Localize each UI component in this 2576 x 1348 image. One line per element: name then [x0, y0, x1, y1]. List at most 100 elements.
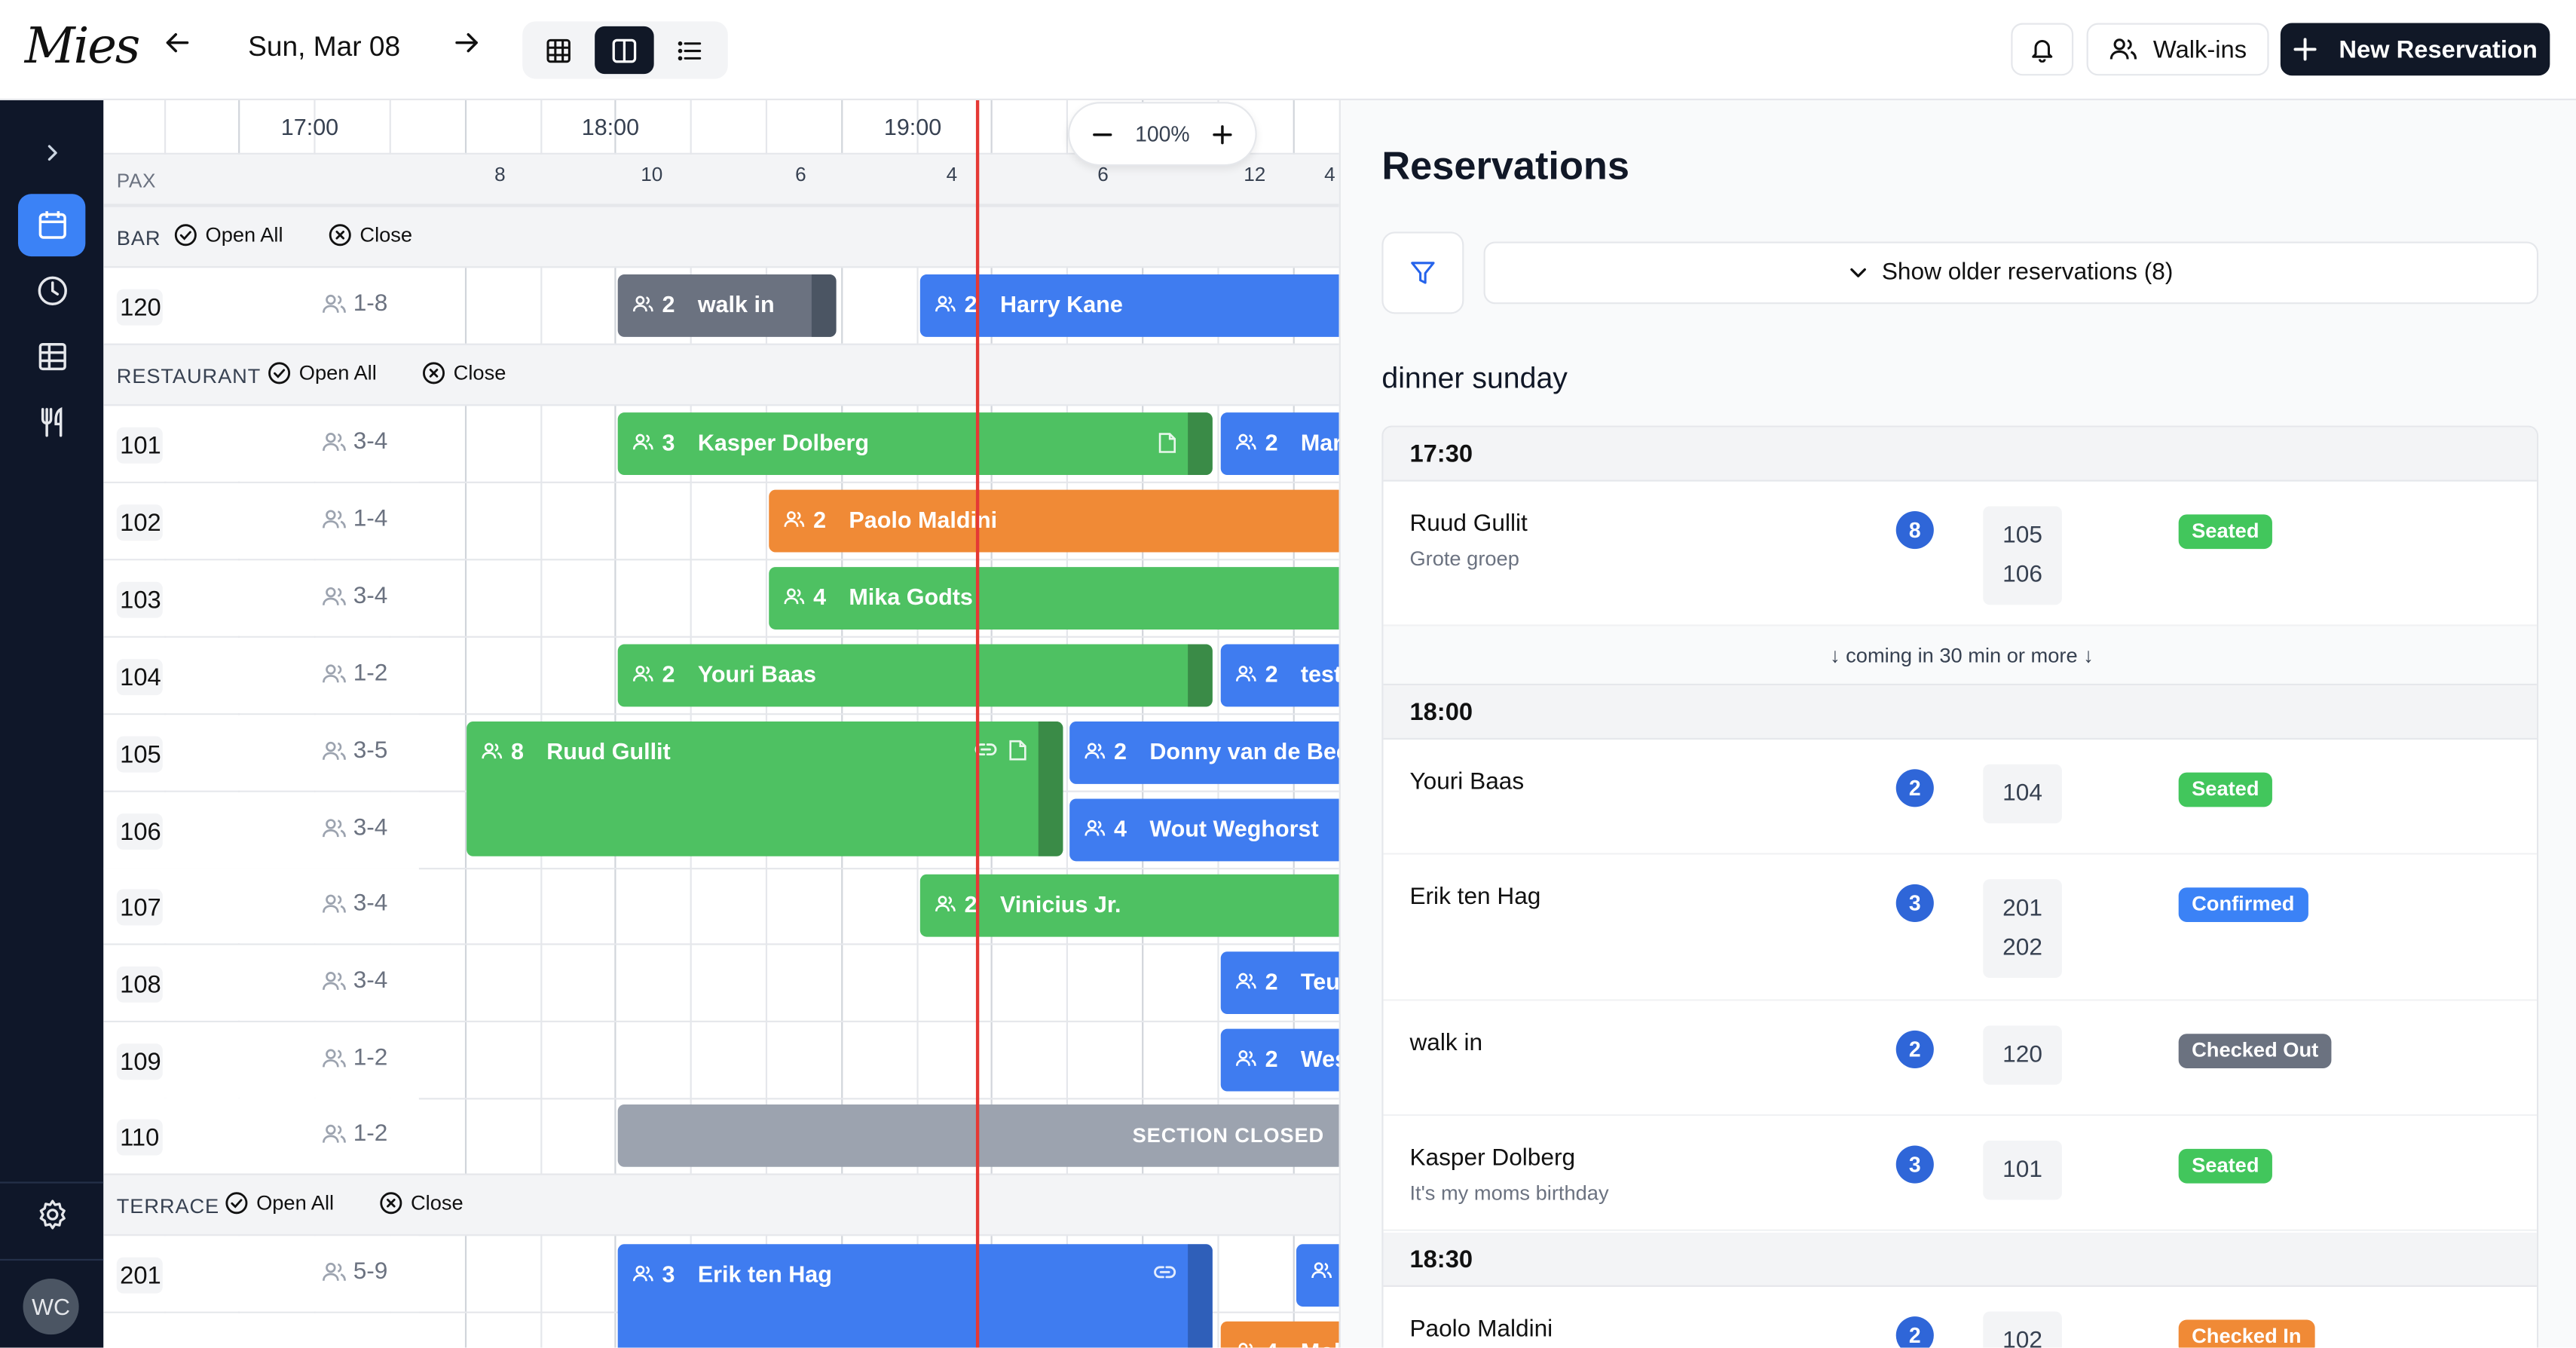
walkins-button[interactable]: Walk-ins	[2086, 23, 2269, 76]
reservation-block[interactable]	[1296, 1244, 1339, 1307]
pax-count: 4	[1324, 162, 1335, 186]
reservation-block[interactable]: 2 Donny van de Beek	[1069, 721, 1339, 784]
block-tail	[811, 274, 837, 337]
reservation-block[interactable]: 2 walk in	[617, 274, 837, 337]
table-number: 105	[116, 736, 163, 773]
reservation-block[interactable]: 2 Harry Kane	[919, 274, 1339, 337]
reservation-list: 17:30 Ruud Gullit Grote groep 8 105 106 …	[1381, 425, 2539, 1348]
filter-button[interactable]	[1381, 231, 1464, 314]
table-cell: 201 5-9	[103, 1236, 419, 1312]
users-icon	[1235, 432, 1256, 452]
reservation-block[interactable]: 2 Marc	[1220, 412, 1339, 476]
table-capacity: 3-4	[322, 968, 387, 994]
users-icon	[322, 970, 347, 993]
time-slot-header: 17:30	[1383, 427, 2537, 482]
list-view-icon	[677, 37, 703, 63]
close-section-button[interactable]: Close	[380, 1192, 463, 1215]
reservation-block[interactable]: 2 Teun	[1220, 951, 1339, 1015]
current-time-line	[975, 100, 980, 1348]
link-icon	[1153, 1262, 1176, 1282]
next-day-button[interactable]	[454, 29, 480, 56]
reservation-block[interactable]: 4 Mika Godts	[769, 567, 1339, 630]
guest-name: Youri Baas	[1409, 769, 1525, 796]
notifications-button[interactable]	[2011, 23, 2074, 76]
reservation-item[interactable]: Paolo Maldini 2 102 Checked In	[1383, 1286, 2537, 1348]
users-icon	[1085, 741, 1106, 761]
reservation-block[interactable]: 3 Kasper Dolberg	[617, 412, 1213, 476]
prev-day-button[interactable]	[164, 29, 191, 56]
reservation-block[interactable]: 2 test	[1220, 644, 1339, 707]
users-icon	[632, 1264, 653, 1283]
reservation-item[interactable]: Kasper Dolberg It's my moms birthday 3 1…	[1383, 1116, 2537, 1231]
reservation-item[interactable]: Youri Baas 2 104 Seated	[1383, 740, 2537, 855]
users-icon	[322, 1047, 347, 1071]
reservation-block[interactable]: 3 Erik ten Hag	[617, 1244, 1213, 1348]
open-all-button[interactable]: Open All	[225, 1192, 334, 1215]
reservation-block[interactable]: 4 Wout Weghorst	[1069, 798, 1339, 862]
sidebar-item-tables[interactable]	[18, 326, 85, 388]
sidebar-item-menu[interactable]	[18, 391, 85, 454]
open-all-button[interactable]: Open All	[268, 362, 377, 384]
zoom-control: 100%	[1068, 102, 1257, 167]
reservation-block[interactable]: 2 Vinicius Jr.	[919, 874, 1339, 937]
reservation-block[interactable]: 8 Ruud Gullit	[467, 721, 1063, 856]
sidebar-item-calendar[interactable]	[17, 194, 86, 257]
table-capacity: 3-4	[322, 584, 387, 610]
user-avatar[interactable]: WC	[23, 1279, 79, 1335]
expand-sidebar-button[interactable]	[18, 121, 85, 184]
split-view-button[interactable]	[595, 26, 654, 75]
users-icon	[784, 587, 805, 606]
table-capacity: 3-5	[322, 738, 387, 764]
table-cell	[103, 1313, 419, 1348]
calendar-icon	[35, 209, 69, 242]
grid-view-button[interactable]	[529, 26, 588, 74]
reservation-block[interactable]: 2 Wes	[1220, 1028, 1339, 1092]
arrow-right-icon	[454, 29, 480, 56]
status-badge[interactable]: Seated	[2178, 772, 2272, 807]
reservation-block[interactable]: 4 Moh	[1220, 1321, 1339, 1348]
pax-label: PAX	[116, 169, 157, 193]
current-date[interactable]: Sun, Mar 08	[248, 31, 400, 64]
close-section-button[interactable]: Close	[329, 223, 412, 247]
new-reservation-button[interactable]: New Reservation	[2280, 23, 2550, 76]
users-icon	[482, 741, 503, 761]
table-capacity: 1-4	[322, 506, 387, 532]
chevron-down-icon	[1849, 263, 1868, 283]
guest-name: Kasper Dolberg	[1409, 1145, 1576, 1172]
table-cell: 108 3-4	[103, 945, 419, 1021]
status-badge[interactable]: Checked Out	[2178, 1034, 2332, 1068]
block-tail	[1188, 644, 1213, 707]
sidebar: WC	[0, 100, 104, 1348]
reservation-block[interactable]: 2 Youri Baas	[617, 644, 1213, 707]
status-badge[interactable]: Seated	[2178, 1148, 2272, 1184]
clock-icon	[35, 274, 69, 308]
pax-count: 4	[946, 162, 958, 186]
status-badge[interactable]: Seated	[2178, 514, 2272, 550]
reservation-item[interactable]: Ruud Gullit Grote groep 8 105 106 Seated	[1383, 481, 2537, 627]
close-section-button[interactable]: Close	[422, 362, 506, 384]
reservation-item[interactable]: Erik ten Hag 3 201 202 Confirmed	[1383, 854, 2537, 1001]
list-view-button[interactable]	[660, 26, 719, 74]
reservation-block[interactable]: 2 Paolo Maldini	[769, 489, 1339, 553]
table-capacity: 1-2	[322, 1045, 387, 1071]
open-all-button[interactable]: Open All	[174, 223, 283, 247]
table-number: 102	[116, 504, 163, 541]
app-logo[interactable]: Mies	[25, 18, 141, 75]
table-capacity: 3-4	[322, 815, 387, 841]
status-badge[interactable]: Confirmed	[2178, 887, 2308, 922]
zoom-out-button[interactable]	[1093, 124, 1112, 144]
new-reservation-label: New Reservation	[2339, 35, 2538, 63]
table-capacity: 1-2	[322, 660, 387, 687]
users-icon	[322, 893, 347, 916]
note-icon	[1009, 740, 1027, 761]
settings-button[interactable]	[18, 1184, 85, 1246]
reservation-item[interactable]: walk in 2 120 Checked Out	[1383, 1000, 2537, 1117]
show-older-button[interactable]: Show older reservations (8)	[1483, 241, 2539, 305]
zoom-in-button[interactable]	[1213, 124, 1232, 144]
table-cell: 107 3-4	[103, 868, 419, 944]
sidebar-item-history[interactable]	[18, 259, 85, 322]
section-name: RESTAURANT	[116, 364, 262, 388]
guest-note: It's my moms birthday	[1409, 1181, 1609, 1205]
sidebar-divider	[0, 1258, 104, 1261]
status-badge[interactable]: Checked In	[2178, 1319, 2314, 1348]
